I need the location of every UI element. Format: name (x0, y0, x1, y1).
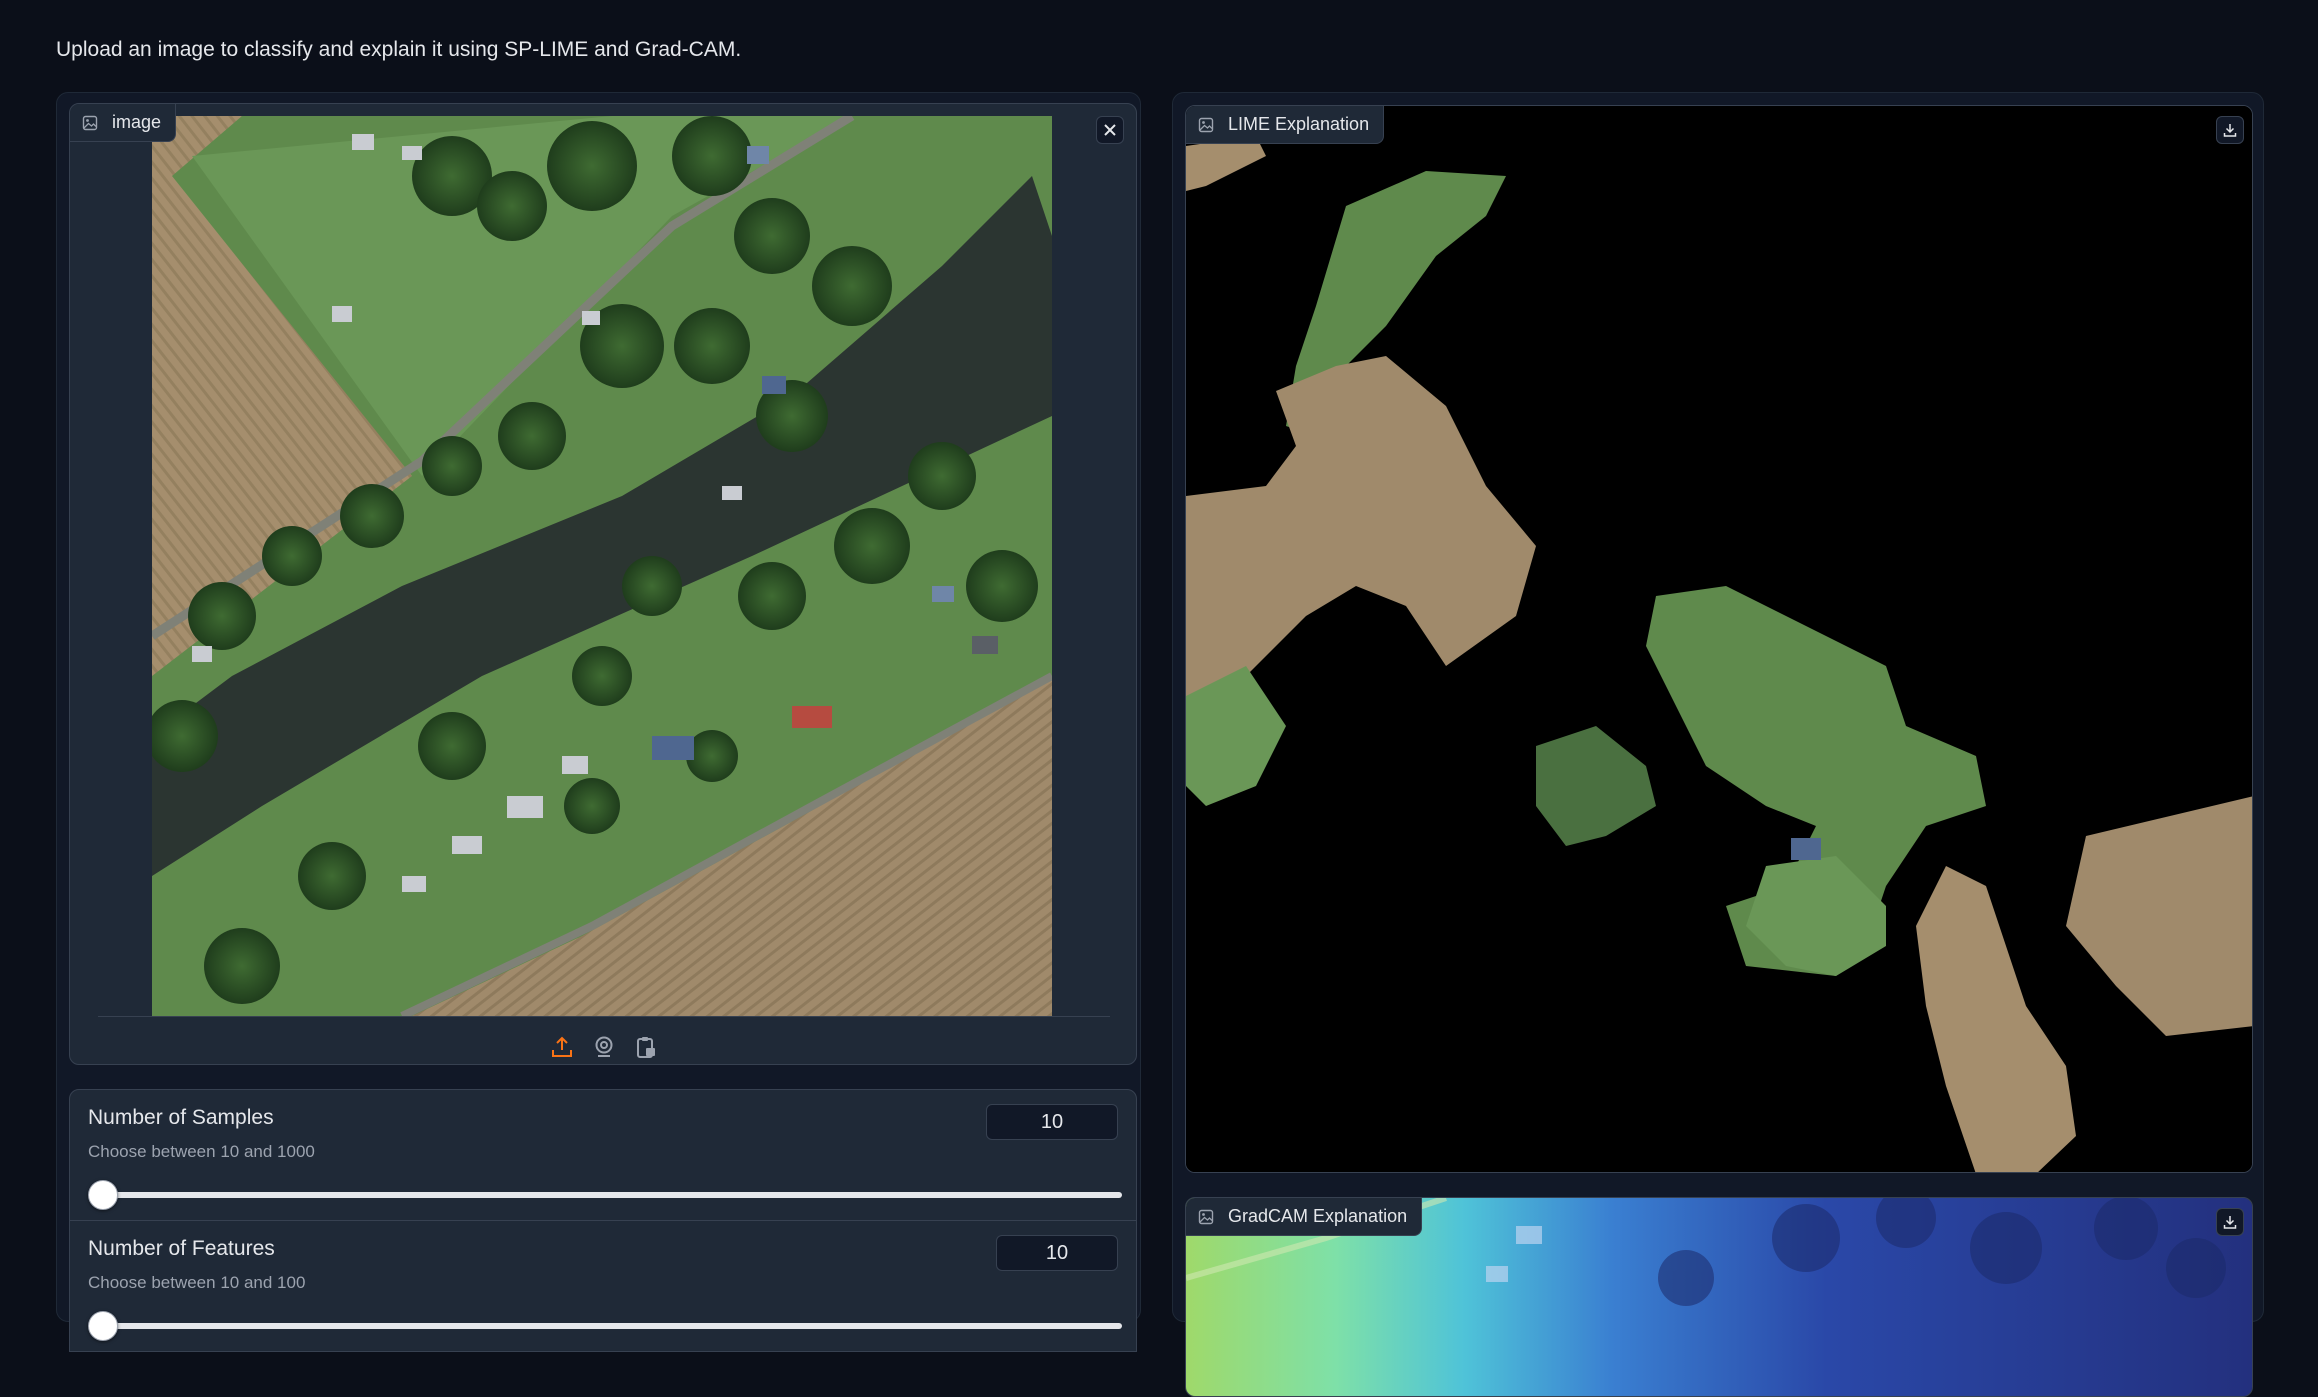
image-input-label-text: image (112, 112, 162, 132)
lime-explanation-image (1186, 106, 2252, 1172)
input-column: image Number of Samples Choose between 1… (56, 92, 1141, 1352)
samples-title: Number of Samples (88, 1106, 274, 1129)
image-source-toolbar (98, 1016, 1110, 1064)
upload-button[interactable] (550, 1035, 574, 1059)
features-slider-track[interactable] (102, 1323, 1122, 1329)
image-icon (1198, 1209, 1214, 1224)
image-icon (1198, 117, 1214, 132)
features-number-input[interactable] (996, 1235, 1118, 1271)
samples-info: Choose between 10 and 1000 (88, 1142, 315, 1161)
image-icon (82, 115, 98, 130)
download-icon (2223, 1216, 2237, 1229)
clear-image-button[interactable] (1096, 116, 1124, 144)
gradcam-download-button[interactable] (2216, 1208, 2244, 1236)
gradcam-output-panel: GradCAM Explanation (1185, 1197, 2253, 1397)
samples-slider-thumb[interactable] (88, 1180, 118, 1210)
uploaded-satellite-image[interactable] (152, 116, 1052, 1016)
webcam-icon (595, 1036, 613, 1057)
close-icon (1104, 124, 1116, 136)
features-info: Choose between 10 and 100 (88, 1273, 306, 1292)
paste-clipboard-button[interactable] (634, 1035, 658, 1059)
app-description: Upload an image to classify and explain … (56, 38, 742, 61)
gradcam-output-label-text: GradCAM Explanation (1228, 1206, 1408, 1226)
lime-output-label-text: LIME Explanation (1228, 114, 1370, 134)
samples-number-input[interactable] (986, 1104, 1118, 1140)
features-slider-block: Number of Features Choose between 10 and… (69, 1220, 1137, 1352)
lime-download-button[interactable] (2216, 116, 2244, 144)
features-slider-thumb[interactable] (88, 1311, 118, 1341)
lime-output-panel: LIME Explanation (1185, 105, 2253, 1173)
webcam-button[interactable] (592, 1035, 616, 1059)
output-column: LIME Explanation GradCAM Explanation (1172, 92, 2264, 1397)
image-input-panel: image (69, 103, 1137, 1065)
samples-slider-track[interactable] (102, 1192, 1122, 1198)
download-icon (2223, 124, 2237, 137)
samples-slider-block: Number of Samples Choose between 10 and … (69, 1089, 1137, 1221)
upload-icon (552, 1036, 572, 1057)
image-input-label: image (70, 104, 177, 142)
features-title: Number of Features (88, 1237, 275, 1260)
clipboard-icon (637, 1036, 655, 1058)
gradcam-output-label: GradCAM Explanation (1186, 1198, 1423, 1236)
lime-output-label: LIME Explanation (1186, 106, 1385, 144)
